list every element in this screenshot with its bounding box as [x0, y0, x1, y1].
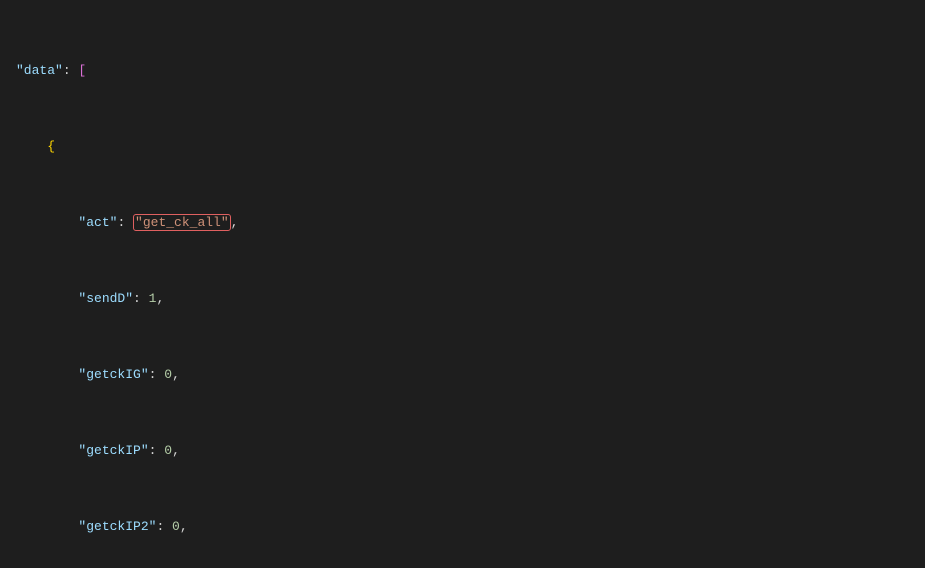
- code-line[interactable]: "act": "get_ck_all",: [16, 213, 925, 232]
- json-key: "data": [16, 63, 63, 78]
- highlight-box: "get_ck_all": [133, 214, 231, 231]
- json-key: "getckIP": [78, 443, 148, 458]
- json-key: "getckIG": [78, 367, 148, 382]
- code-line[interactable]: "sendD": 1,: [16, 289, 925, 308]
- code-line[interactable]: "getckIG": 0,: [16, 365, 925, 384]
- code-line[interactable]: {: [16, 137, 925, 156]
- code-line[interactable]: "data": [: [16, 61, 925, 80]
- json-key: "getckIP2": [78, 519, 156, 534]
- code-line[interactable]: "getckIP2": 0,: [16, 517, 925, 536]
- code-editor[interactable]: "data": [ { "act": "get_ck_all", "sendD"…: [0, 0, 925, 568]
- json-number: 0: [164, 367, 172, 382]
- json-key: "sendD": [78, 291, 133, 306]
- code-line[interactable]: "getckIP": 0,: [16, 441, 925, 460]
- json-number: 0: [172, 519, 180, 534]
- json-number: 0: [164, 443, 172, 458]
- json-key: "act": [78, 215, 117, 230]
